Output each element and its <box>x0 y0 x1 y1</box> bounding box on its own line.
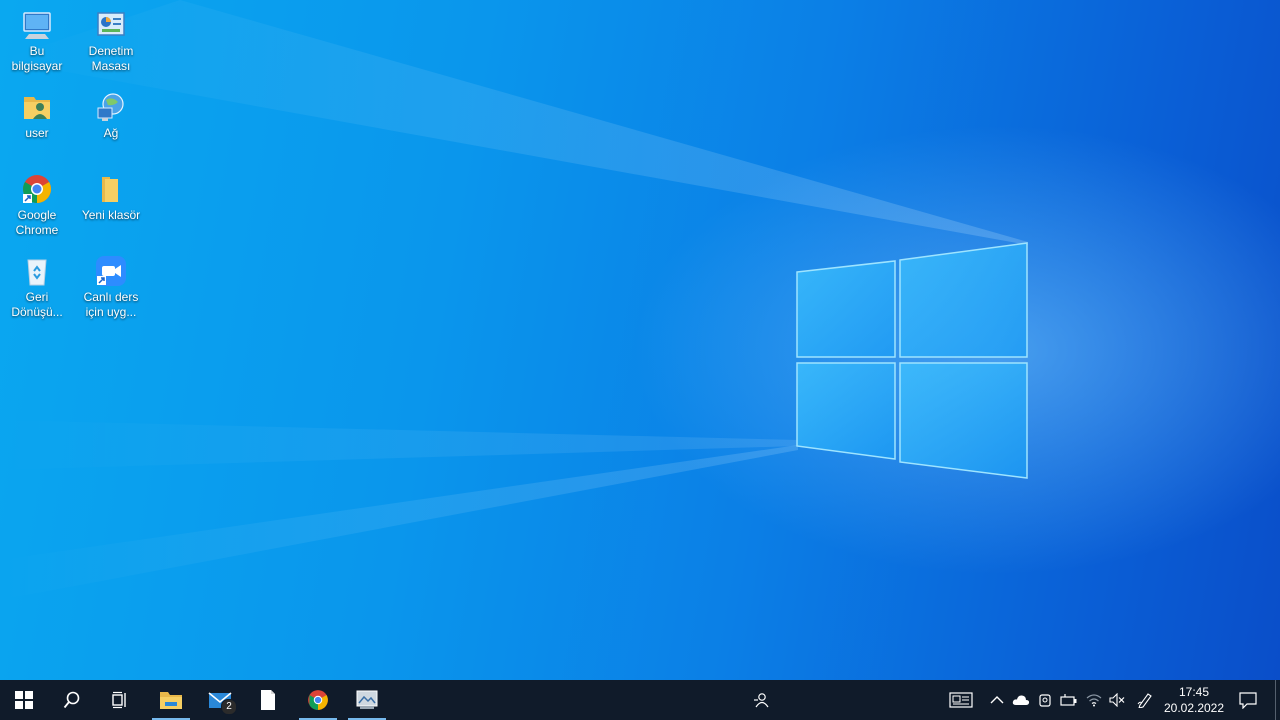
user-folder-icon <box>20 90 54 124</box>
battery-button[interactable] <box>1058 680 1080 720</box>
logo-pane-br <box>899 362 1028 479</box>
news-button[interactable] <box>946 680 976 720</box>
pen-icon <box>1137 693 1152 708</box>
show-hidden-icons-button[interactable] <box>986 680 1008 720</box>
file-explorer-icon <box>160 692 182 709</box>
start-button[interactable] <box>0 680 48 720</box>
task-view-icon <box>112 691 126 709</box>
logo-pane-tr <box>899 242 1028 358</box>
logo-pane-tl <box>796 260 896 358</box>
desktop-icon-label: Bu bilgisayar <box>11 44 63 73</box>
news-icon <box>949 692 973 708</box>
file-explorer-button[interactable] <box>147 680 195 720</box>
notepad-button[interactable] <box>244 680 292 720</box>
windows-wallpaper <box>0 0 1028 600</box>
photo-app-button[interactable] <box>343 680 391 720</box>
network-icon <box>94 90 128 124</box>
show-desktop-button[interactable] <box>1275 680 1280 720</box>
desktop-icon-control-panel[interactable]: Denetim Masası <box>75 4 147 74</box>
onedrive-button[interactable] <box>1010 680 1032 720</box>
onedrive-icon <box>1012 695 1030 705</box>
logo-pane-bl <box>796 362 896 460</box>
chevron-up-icon <box>990 696 1004 704</box>
task-view-button[interactable] <box>96 680 144 720</box>
control-panel-icon <box>94 8 128 42</box>
notification-icon <box>1239 692 1257 709</box>
search-button[interactable] <box>48 680 96 720</box>
recycle-bin-icon <box>20 254 54 288</box>
desktop-icon-network[interactable]: Ağ <box>75 86 147 141</box>
desktop-icon-this-pc[interactable]: Bu bilgisayar <box>1 4 73 74</box>
video-app-icon <box>94 254 128 288</box>
desktop-icon-label: Yeni klasör <box>81 208 141 222</box>
volume-muted-icon <box>1109 693 1125 707</box>
computer-icon <box>20 8 54 42</box>
volume-button[interactable] <box>1106 680 1128 720</box>
image-app-icon <box>356 690 378 709</box>
clock[interactable]: 17:45 20.02.2022 <box>1160 684 1228 716</box>
folder-icon <box>94 172 128 206</box>
action-center-button[interactable] <box>1234 680 1262 720</box>
taskbar: 2 17:45 20.02.2022 <box>0 680 1280 720</box>
wifi-icon <box>1086 694 1102 707</box>
mail-unread-badge: 2 <box>221 699 237 715</box>
clock-date: 20.02.2022 <box>1163 701 1225 715</box>
desktop-icon-label: Geri Dönüşü... <box>11 290 63 319</box>
desktop-icon-new-folder[interactable]: Yeni klasör <box>75 168 147 223</box>
meet-now-button[interactable] <box>1035 680 1055 720</box>
desktop-icon-label: Google Chrome <box>15 208 59 237</box>
desktop-icon-label: Denetim Masası <box>88 44 134 73</box>
chrome-icon <box>308 690 328 710</box>
desktop-icon-label: Ağ <box>103 126 119 140</box>
desktop-icon-user[interactable]: user <box>1 86 73 141</box>
search-icon <box>63 691 80 709</box>
battery-icon <box>1060 694 1077 706</box>
network-button[interactable] <box>1083 680 1105 720</box>
desktop-icon-live-class-app[interactable]: Canlı ders için uyg... <box>75 250 147 320</box>
desktop[interactable]: Bu bilgisayar Denetim Masası user Ağ Goo… <box>0 0 1280 680</box>
pen-workspace-button[interactable] <box>1134 680 1156 720</box>
meet-now-icon <box>1039 694 1051 707</box>
clock-time: 17:45 <box>1178 685 1210 699</box>
desktop-icon-recycle-bin[interactable]: Geri Dönüşü... <box>1 250 73 320</box>
chrome-taskbar-button[interactable] <box>294 680 342 720</box>
desktop-icon-label: Canlı ders için uyg... <box>83 290 139 319</box>
windows-icon <box>15 691 33 709</box>
chrome-icon <box>20 172 54 206</box>
people-icon <box>754 693 769 708</box>
desktop-icon-label: user <box>25 126 49 140</box>
document-icon <box>261 690 275 710</box>
desktop-icon-google-chrome[interactable]: Google Chrome <box>1 168 73 238</box>
mail-button[interactable]: 2 <box>196 680 244 720</box>
people-button[interactable] <box>748 680 774 720</box>
